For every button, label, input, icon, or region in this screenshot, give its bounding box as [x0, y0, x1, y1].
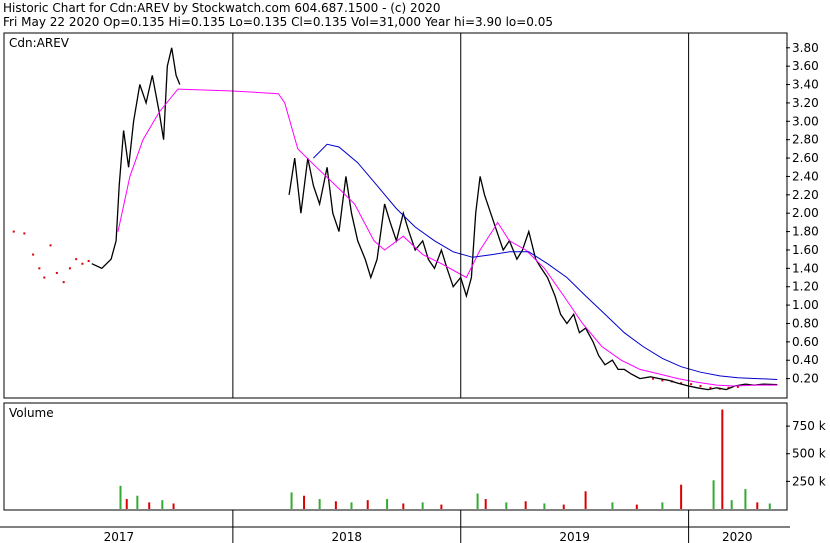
price-dot: [49, 244, 52, 247]
volume-bar: [584, 491, 587, 509]
price-tick-label: 0.40: [792, 353, 819, 367]
price-dot: [62, 281, 65, 284]
volume-bar: [125, 499, 128, 509]
price-dot: [68, 267, 71, 270]
price-tick-label: 0.80: [792, 316, 819, 330]
volume-bar: [148, 502, 151, 509]
price-dots: [12, 230, 739, 390]
volume-bar: [680, 484, 683, 509]
volume-bar: [661, 502, 664, 509]
price-dot: [699, 384, 702, 387]
price-dot: [38, 267, 41, 270]
volume-bar: [562, 504, 565, 509]
volume-bars: [119, 409, 771, 509]
x-tick-label: 2020: [722, 530, 753, 543]
price-tick-label: 1.40: [792, 261, 819, 275]
price-dot: [32, 253, 35, 256]
volume-tick-label: 500 k: [792, 447, 826, 461]
price-dot: [12, 230, 15, 233]
volume-bar: [318, 499, 321, 509]
price-tick-label: 1.00: [792, 298, 819, 312]
price-dot: [55, 271, 58, 274]
volume-bar: [350, 502, 353, 509]
series-line-price: [91, 47, 181, 270]
volume-bar: [290, 492, 293, 509]
price-lines: [91, 47, 778, 391]
price-tick-label: 3.60: [792, 59, 819, 73]
chart-window: Historic Chart for Cdn:AREV by Stockwatc…: [0, 0, 830, 543]
price-tick-label: 1.20: [792, 280, 819, 294]
volume-bar: [524, 501, 527, 509]
price-dot: [690, 383, 693, 386]
price-tick-label: 1.60: [792, 243, 819, 257]
volume-bar: [440, 504, 443, 509]
price-tick-label: 0.20: [792, 372, 819, 386]
price-tick-label: 2.00: [792, 206, 819, 220]
price-tick-label: 0.60: [792, 335, 819, 349]
volume-bar: [136, 495, 139, 509]
x-tick-label: 2017: [104, 530, 135, 543]
volume-tick-label: 750 k: [792, 419, 826, 433]
volume-bar: [730, 500, 733, 509]
price-tick-label: 2.20: [792, 188, 819, 202]
volume-bar: [756, 502, 759, 509]
series-line-price: [288, 157, 778, 391]
volume-bar: [402, 503, 405, 509]
volume-bar: [611, 502, 614, 509]
volume-bar: [303, 495, 306, 509]
volume-bar: [635, 504, 638, 509]
volume-panel-title: Volume: [9, 406, 54, 420]
price-tick-label: 2.80: [792, 133, 819, 147]
price-tick-label: 2.40: [792, 169, 819, 183]
volume-bar: [484, 499, 487, 509]
volume-bar: [421, 502, 424, 509]
volume-bar: [172, 503, 175, 509]
stock-chart: Cdn:AREV 3.80 3.60 3.40 3.20 3.00 2.80 2.60 2.4…: [0, 32, 826, 543]
price-dot: [23, 232, 26, 235]
volume-bar: [543, 503, 546, 509]
volume-bar: [505, 502, 508, 509]
volume-bar: [744, 489, 747, 509]
price-tick-label: 3.40: [792, 78, 819, 92]
x-axis: 2017 2018 2019 2020: [104, 33, 753, 543]
volume-bar: [386, 499, 389, 509]
volume-bar: [721, 409, 724, 509]
series-line-ma_fast: [117, 88, 778, 387]
series-line-ma_slow: [313, 143, 778, 380]
volume-bar: [334, 501, 337, 509]
volume-bar: [712, 480, 715, 509]
price-tick-label: 3.20: [792, 96, 819, 110]
price-dot: [43, 276, 46, 279]
x-tick-label: 2019: [559, 530, 590, 543]
volume-bar: [119, 485, 122, 509]
volume-bar: [476, 493, 479, 509]
volume-tick-label: 250 k: [792, 474, 826, 488]
price-panel-title: Cdn:AREV: [9, 36, 70, 50]
price-dot: [87, 259, 90, 262]
price-tick-label: 1.80: [792, 225, 819, 239]
price-axis: 3.80 3.60 3.40 3.20 3.00 2.80 2.60 2.40 2.20 2.00…: [786, 41, 819, 386]
x-tick-label: 2018: [332, 530, 363, 543]
volume-bar: [768, 503, 771, 509]
volume-bar: [161, 500, 164, 509]
volume-bar: [366, 500, 369, 509]
price-tick-label: 3.80: [792, 41, 819, 55]
price-tick-label: 3.00: [792, 114, 819, 128]
price-dot: [81, 262, 84, 265]
price-dot: [75, 258, 78, 261]
price-tick-label: 2.60: [792, 151, 819, 165]
volume-axis: 750 k 500 k 250 k: [786, 419, 826, 488]
